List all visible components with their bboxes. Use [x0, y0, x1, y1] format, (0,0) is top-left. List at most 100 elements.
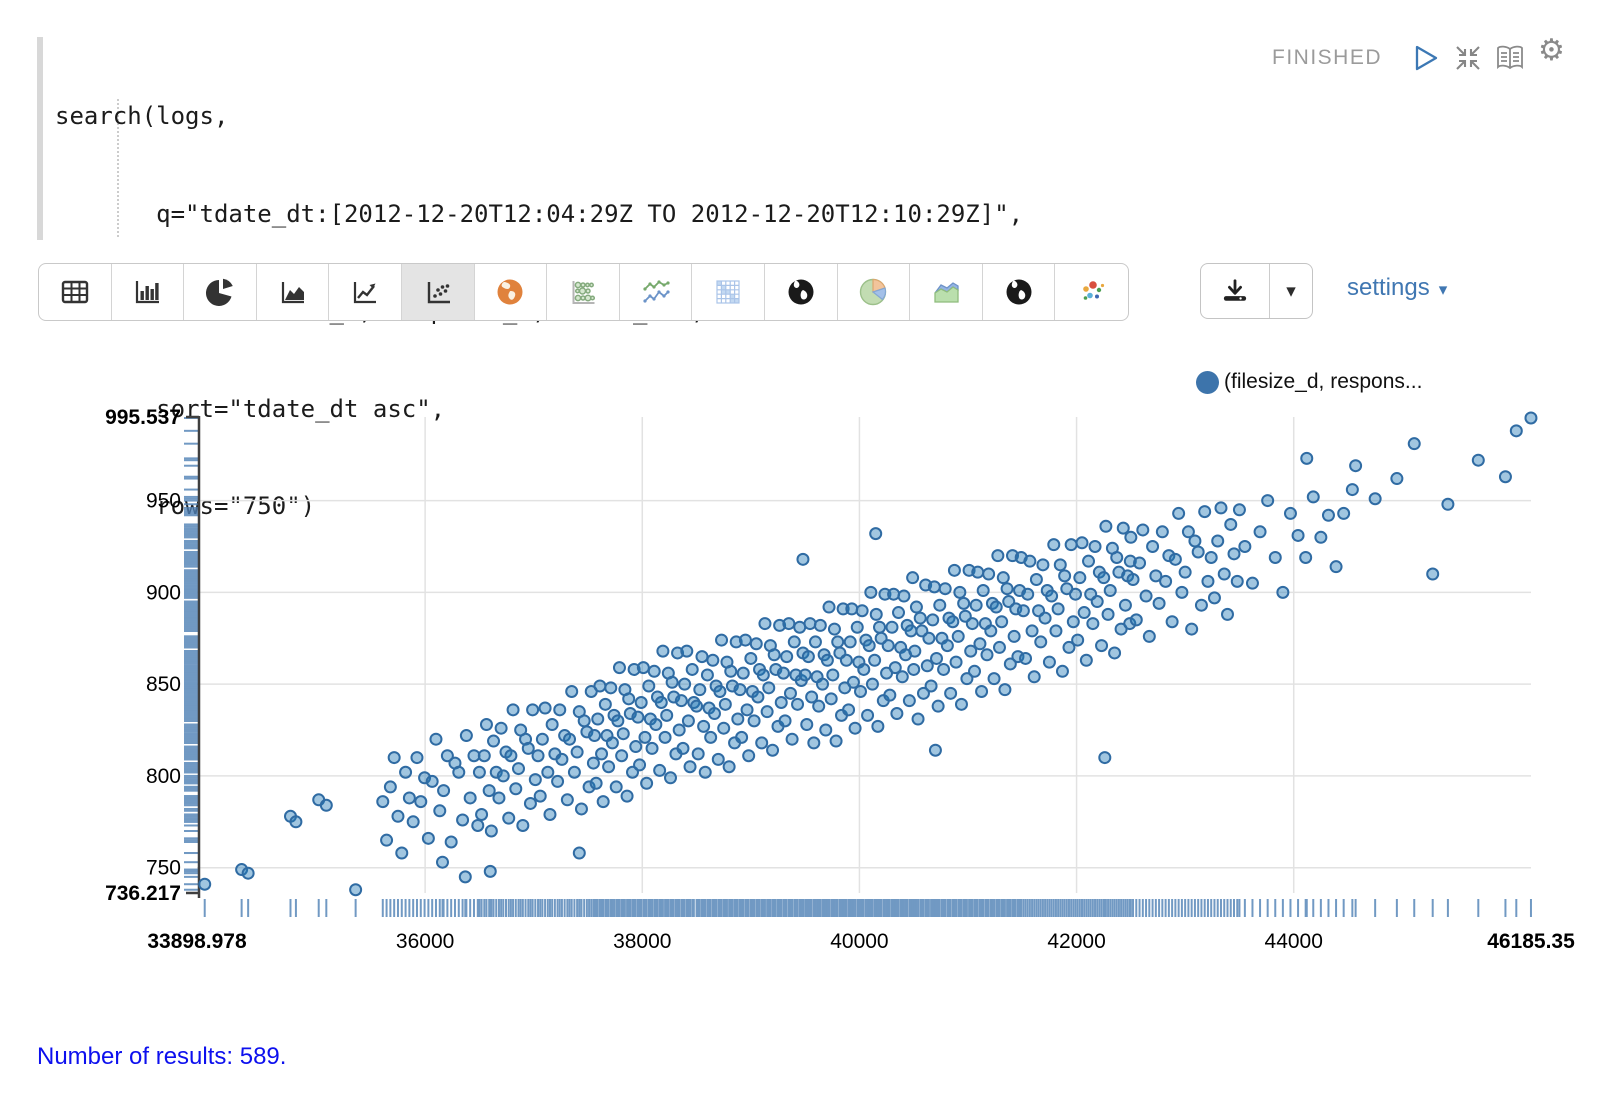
- data-point: [734, 684, 745, 695]
- data-point: [763, 682, 774, 693]
- scatter-plot[interactable]: 750800850900950995.537736.21736000380004…: [0, 350, 1612, 970]
- data-point: [1222, 609, 1233, 620]
- data-point: [908, 664, 919, 675]
- gear-icon[interactable]: ⚙: [1538, 36, 1565, 66]
- caret-down-icon: ▾: [1439, 277, 1448, 300]
- data-point: [1229, 548, 1240, 559]
- scatter-chart-button[interactable]: [402, 264, 475, 320]
- play-icon[interactable]: [1412, 44, 1440, 72]
- data-point: [1092, 596, 1103, 607]
- data-point: [808, 737, 819, 748]
- data-point: [1180, 567, 1191, 578]
- data-point: [594, 680, 605, 691]
- data-point: [994, 642, 1005, 653]
- data-point: [989, 673, 1000, 684]
- data-point: [1079, 607, 1090, 618]
- multi-line-chart-button[interactable]: [620, 264, 693, 320]
- compress-icon[interactable]: [1454, 44, 1482, 72]
- code-paragraph[interactable]: search(logs, q="tdate_dt:[2012-12-20T12:…: [37, 33, 1197, 248]
- data-point: [1212, 535, 1223, 546]
- book-icon[interactable]: [1496, 44, 1524, 72]
- data-point: [498, 770, 509, 781]
- data-point: [998, 572, 1009, 583]
- data-point: [667, 677, 678, 688]
- settings-link[interactable]: settings ▾: [1347, 274, 1447, 302]
- data-point: [709, 708, 720, 719]
- data-point: [1031, 574, 1042, 585]
- data-point: [453, 767, 464, 778]
- data-point: [1500, 471, 1511, 482]
- data-point: [923, 633, 934, 644]
- visualization-toolbar: [38, 263, 1129, 321]
- data-point: [999, 684, 1010, 695]
- data-point: [801, 719, 812, 730]
- y-axis-labels: 750800850900950995.537736.217: [105, 406, 181, 905]
- data-point: [632, 712, 643, 723]
- data-point: [1072, 635, 1083, 646]
- table-button[interactable]: [39, 264, 112, 320]
- data-point: [654, 765, 665, 776]
- download-options-button[interactable]: ▾: [1270, 264, 1312, 318]
- data-point: [540, 703, 551, 714]
- data-point: [457, 814, 468, 825]
- data-point: [947, 616, 958, 627]
- bar-chart-button[interactable]: [112, 264, 185, 320]
- pie-chart-button[interactable]: [184, 264, 257, 320]
- heatmap-button[interactable]: [692, 264, 765, 320]
- data-point: [569, 767, 580, 778]
- data-point: [740, 635, 751, 646]
- data-point: [488, 736, 499, 747]
- data-point: [523, 743, 534, 754]
- results-count-text: Number of results: 589.: [37, 1043, 286, 1071]
- data-point: [904, 695, 915, 706]
- data-point: [1144, 631, 1155, 642]
- data-point: [598, 796, 609, 807]
- data-point: [687, 664, 698, 675]
- data-point: [1081, 655, 1092, 666]
- globe-2-button[interactable]: [983, 264, 1056, 320]
- data-point: [641, 778, 652, 789]
- data-point: [1225, 519, 1236, 530]
- data-point: [858, 664, 869, 675]
- data-point: [1301, 453, 1312, 464]
- map-orange-button[interactable]: [475, 264, 548, 320]
- data-point: [618, 728, 629, 739]
- data-point: [884, 690, 895, 701]
- data-point: [681, 646, 692, 657]
- data-point: [665, 772, 676, 783]
- data-point: [778, 668, 789, 679]
- data-point: [1050, 625, 1061, 636]
- data-point: [846, 603, 857, 614]
- data-point: [438, 785, 449, 796]
- data-point: [996, 616, 1007, 627]
- data-point: [572, 747, 583, 758]
- globe-button[interactable]: [765, 264, 838, 320]
- data-point: [933, 701, 944, 712]
- data-point: [971, 600, 982, 611]
- data-point: [898, 591, 909, 602]
- bubble-matrix-button[interactable]: [547, 264, 620, 320]
- cluster-scatter-button[interactable]: [1055, 264, 1128, 320]
- data-point: [554, 704, 565, 715]
- data-point: [1232, 576, 1243, 587]
- data-point: [789, 636, 800, 647]
- data-point: [813, 701, 824, 712]
- line-chart-button[interactable]: [329, 264, 402, 320]
- data-point: [1147, 541, 1158, 552]
- points-layer[interactable]: [199, 412, 1536, 895]
- data-point: [588, 758, 599, 769]
- data-point: [769, 649, 780, 660]
- data-point: [1046, 591, 1057, 602]
- data-point: [780, 715, 791, 726]
- data-point: [677, 743, 688, 754]
- stacked-area-button[interactable]: [910, 264, 983, 320]
- download-button[interactable]: [1201, 264, 1270, 318]
- data-point: [465, 792, 476, 803]
- code-line: search(logs,: [55, 100, 1023, 133]
- data-point: [639, 732, 650, 743]
- area-chart-button[interactable]: [257, 264, 330, 320]
- data-point: [591, 778, 602, 789]
- pie-colored-button[interactable]: [838, 264, 911, 320]
- data-point: [562, 794, 573, 805]
- data-point: [1109, 647, 1120, 658]
